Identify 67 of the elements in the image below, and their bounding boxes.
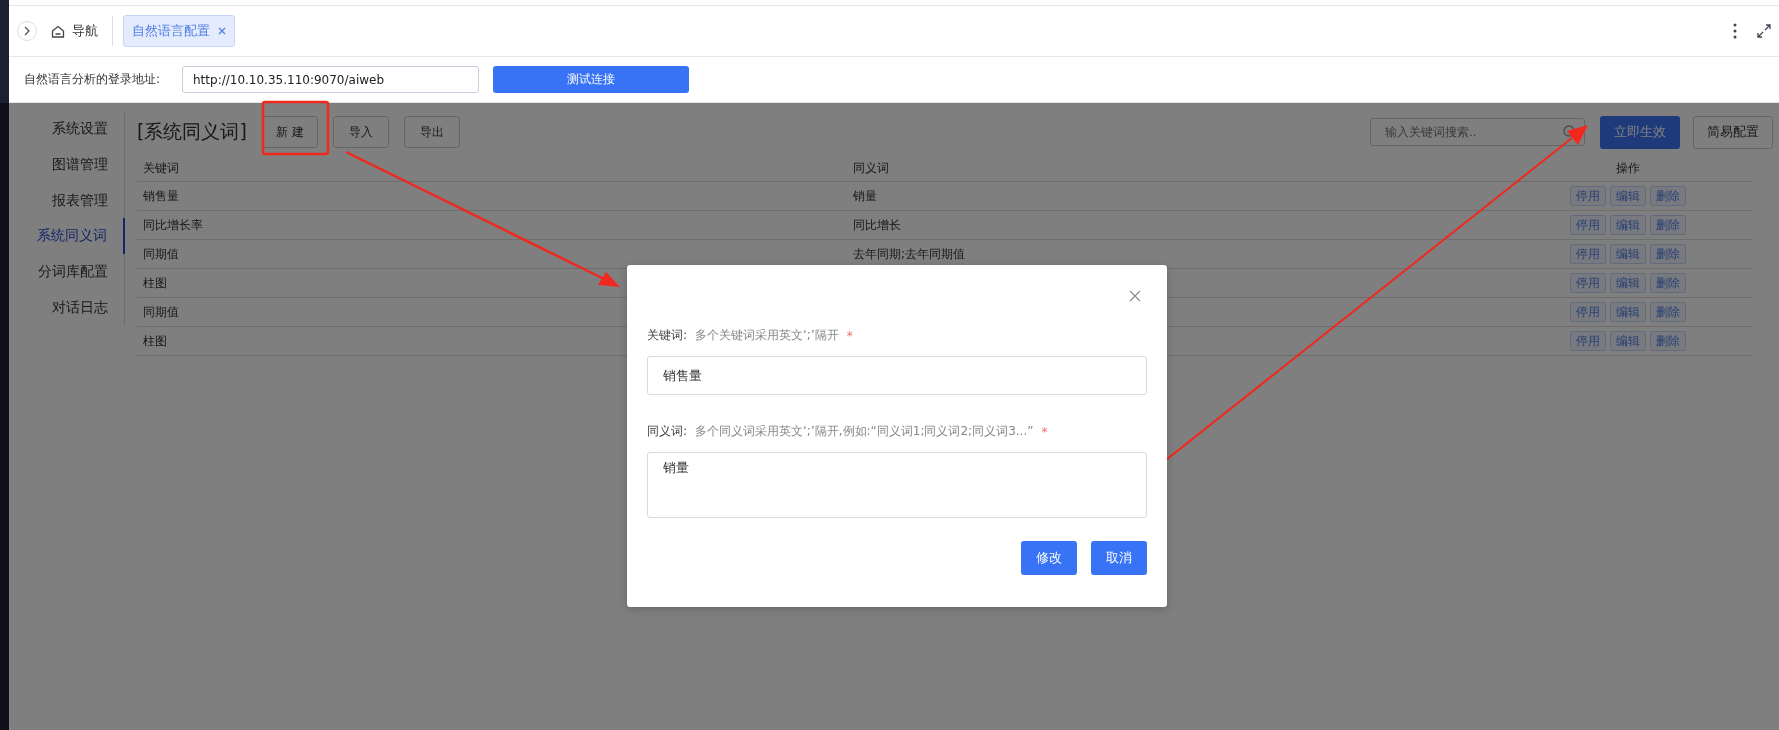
sidebar-item[interactable]: 对话日志: [9, 290, 124, 326]
page-tab[interactable]: 自然语言配置: [123, 15, 235, 47]
sidebar-item[interactable]: 系统同义词: [9, 218, 125, 255]
chevron-right-icon: [23, 26, 31, 36]
table-cell: 柱图: [143, 274, 167, 292]
test-connection-button[interactable]: 测试连接: [493, 66, 689, 93]
simple-config-button[interactable]: 简易配置: [1693, 115, 1773, 149]
row-action-button[interactable]: 删除: [1650, 244, 1686, 264]
search-field[interactable]: 输入关键词搜索..: [1370, 118, 1585, 146]
row-action-button[interactable]: 删除: [1650, 331, 1686, 351]
row-action-button[interactable]: 编辑: [1610, 273, 1646, 293]
row-action-button[interactable]: 编辑: [1610, 331, 1646, 351]
toolbar-button[interactable]: 导入: [332, 116, 389, 148]
row-action-button[interactable]: 删除: [1650, 302, 1686, 322]
field-label: 关键词:: [647, 327, 688, 344]
required-mark: *: [1041, 424, 1048, 439]
dialog-button[interactable]: 取消: [1091, 541, 1147, 575]
row-action-button[interactable]: 停用: [1570, 215, 1606, 235]
close-icon[interactable]: [1129, 290, 1141, 302]
table-cell: 同比增长: [853, 216, 901, 234]
row-action-button[interactable]: 编辑: [1610, 186, 1646, 206]
close-icon[interactable]: [218, 27, 226, 35]
more-icon[interactable]: [1733, 23, 1737, 39]
table-cell: 同比增长率: [143, 216, 203, 234]
row-action-button[interactable]: 删除: [1650, 186, 1686, 206]
table-cell: 销售量: [143, 187, 179, 205]
table-cell: 同期值: [143, 245, 179, 263]
row-action-button[interactable]: 编辑: [1610, 302, 1646, 322]
field-label: 同义词:: [647, 423, 688, 440]
toolbar-button[interactable]: 新 建: [261, 116, 318, 148]
row-action-button[interactable]: 删除: [1650, 215, 1686, 235]
row-action-button[interactable]: 停用: [1570, 331, 1606, 351]
row-action-button[interactable]: 停用: [1570, 244, 1606, 264]
sidebar-item[interactable]: 系统设置: [9, 111, 124, 147]
keyword-field[interactable]: 销售量: [647, 356, 1147, 395]
column-header: 同义词: [853, 159, 889, 177]
column-header: 操作: [1616, 159, 1640, 177]
required-mark: *: [846, 328, 853, 343]
field-hint: 多个同义词采用英文‘;’隔开,例如:“同义词1;同义词2;同义词3...”: [695, 423, 1034, 440]
column-header: 关键词: [143, 159, 179, 177]
table-cell: 去年同期;去年同期值: [853, 245, 966, 263]
url-field[interactable]: http://10.10.35.110:9070/aiweb: [182, 66, 479, 93]
sidebar-item[interactable]: 分词库配置: [9, 254, 124, 291]
row-action-button[interactable]: 编辑: [1610, 244, 1646, 264]
table-cell: 销量: [853, 187, 877, 205]
highlight-frame: [261, 100, 330, 156]
nav-tab[interactable]: 导航: [47, 22, 102, 40]
synonym-field[interactable]: 销量: [647, 452, 1147, 518]
url-label: 自然语言分析的登录地址:: [24, 71, 162, 88]
section-title: [系统同义词]: [137, 119, 247, 144]
row-action-button[interactable]: 停用: [1570, 302, 1606, 322]
apply-button[interactable]: 立即生效: [1600, 115, 1680, 149]
row-action-button[interactable]: 停用: [1570, 186, 1606, 206]
row-action-button[interactable]: 删除: [1650, 273, 1686, 293]
sidebar-item[interactable]: 图谱管理: [9, 146, 124, 183]
field-hint: 多个关键词采用英文‘;’隔开: [695, 327, 839, 344]
row-action-button[interactable]: 编辑: [1610, 215, 1646, 235]
row-action-button[interactable]: 停用: [1570, 273, 1606, 293]
expand-arrows-icon[interactable]: [1757, 24, 1771, 38]
dialog-button[interactable]: 修改: [1021, 541, 1077, 575]
sidebar-item[interactable]: 报表管理: [9, 182, 124, 219]
toolbar-button[interactable]: 导出: [403, 116, 460, 148]
table-cell: 柱图: [143, 332, 167, 350]
tab-label: 自然语言配置: [132, 22, 210, 40]
table-cell: 同期值: [143, 303, 179, 321]
home-icon: [51, 24, 65, 38]
expand-button[interactable]: [17, 21, 37, 41]
